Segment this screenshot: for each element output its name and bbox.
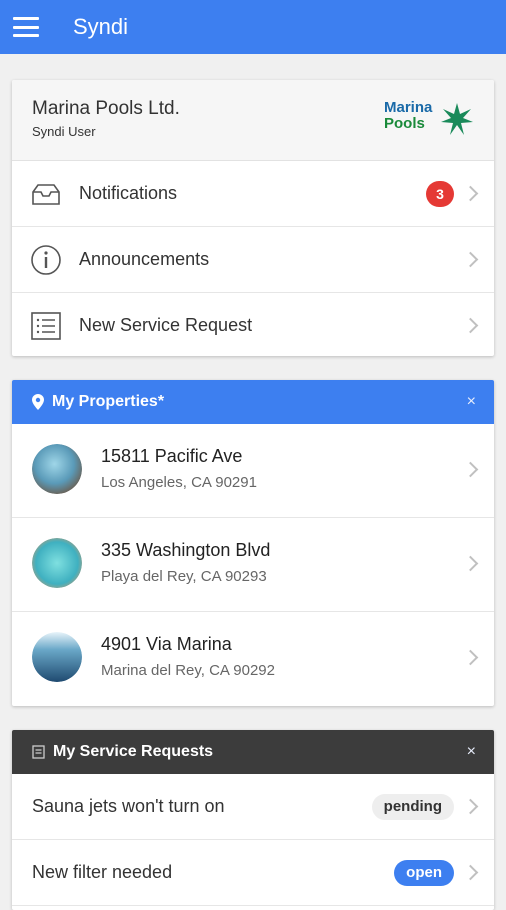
starburst-icon [441, 103, 473, 135]
request-title: Sauna jets won't turn on [32, 796, 225, 816]
menu-item-notifications[interactable]: Notifications 3 [12, 161, 494, 227]
property-thumbnail [32, 632, 82, 682]
property-city: Los Angeles, CA 90291 [101, 474, 257, 491]
document-icon [32, 745, 45, 759]
close-icon[interactable]: × [467, 743, 476, 761]
menu-item-label: Announcements [79, 249, 210, 269]
menu-item-label: Notifications [79, 183, 178, 203]
my-service-requests-header: My Service Requests × [12, 730, 494, 774]
chevron-right-icon [462, 555, 479, 572]
property-street: 335 Washington Blvd [101, 540, 271, 560]
service-request-item[interactable]: New filter needed open [12, 840, 494, 906]
chevron-right-icon [462, 798, 479, 815]
user-role: Syndi User [32, 124, 96, 139]
property-city: Playa del Rey, CA 90293 [101, 568, 267, 585]
section-title: My Properties* [52, 393, 165, 410]
my-properties-header: My Properties* × [12, 380, 494, 424]
list-icon [31, 312, 61, 340]
my-service-requests-card: My Service Requests × Sauna jets won't t… [12, 730, 494, 910]
request-title: New filter needed [32, 862, 173, 882]
account-header: Marina Pools Ltd. Syndi User Marina Pool… [12, 80, 494, 161]
chevron-right-icon [462, 251, 479, 268]
status-badge: pending [371, 793, 454, 820]
menu-icon[interactable] [13, 17, 39, 37]
property-thumbnail [32, 444, 82, 494]
app-bar: Syndi [0, 0, 506, 54]
account-card: Marina Pools Ltd. Syndi User Marina Pool… [12, 80, 494, 356]
property-street: 15811 Pacific Ave [101, 446, 243, 466]
menu-item-announcements[interactable]: Announcements [12, 227, 494, 293]
chevron-right-icon [462, 649, 479, 666]
chevron-right-icon [462, 461, 479, 478]
chevron-right-icon [462, 864, 479, 881]
property-thumbnail [32, 538, 82, 588]
info-icon [31, 245, 61, 275]
property-item[interactable]: 4901 Via Marina Marina del Rey, CA 90292 [12, 612, 494, 705]
chevron-right-icon [462, 317, 479, 334]
chevron-right-icon [462, 185, 479, 202]
menu-item-label: New Service Request [79, 315, 253, 335]
company-logo: Marina Pools [384, 100, 474, 140]
property-city: Marina del Rey, CA 90292 [101, 662, 275, 679]
close-icon[interactable]: × [467, 393, 476, 411]
map-pin-icon [32, 394, 44, 410]
company-name: Marina Pools Ltd. [32, 98, 180, 119]
inbox-icon [32, 184, 60, 205]
menu-item-new-service-request[interactable]: New Service Request [12, 293, 494, 356]
status-badge: open [394, 859, 454, 886]
app-title: Syndi [73, 14, 129, 39]
property-item[interactable]: 335 Washington Blvd Playa del Rey, CA 90… [12, 518, 494, 612]
my-properties-card: My Properties* × 15811 Pacific Ave Los A… [12, 380, 494, 706]
service-request-item[interactable]: Sauna jets won't turn on pending [12, 774, 494, 840]
section-title: My Service Requests [53, 743, 214, 760]
property-street: 4901 Via Marina [101, 634, 232, 654]
property-item[interactable]: 15811 Pacific Ave Los Angeles, CA 90291 [12, 424, 494, 518]
notification-count-badge: 3 [426, 180, 454, 207]
